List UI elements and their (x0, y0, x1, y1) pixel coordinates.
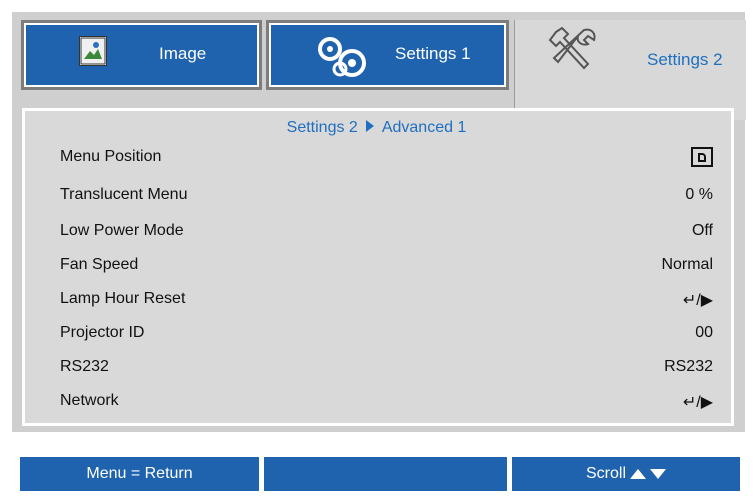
footer-scroll: Scroll (512, 457, 740, 491)
breadcrumb-parent: Settings 2 (286, 119, 358, 136)
menu-item-label: RS232 (60, 358, 109, 375)
menu-item-label: Menu Position (60, 148, 162, 165)
arrow-down-icon (650, 469, 666, 479)
gears-icon (314, 35, 374, 84)
enter-arrow-icon: ↵/▶ (682, 292, 713, 309)
breadcrumb-current: Advanced 1 (381, 119, 467, 136)
tab-image[interactable]: Image (21, 20, 262, 90)
footer-menu-return: Menu = Return (20, 457, 259, 491)
menu-item-label: Low Power Mode (60, 222, 184, 239)
menu-item-value: Normal (661, 256, 713, 273)
triangle-right-icon (366, 120, 375, 132)
menu-item-label: Lamp Hour Reset (60, 290, 186, 307)
menu-item-label: Fan Speed (60, 256, 139, 273)
footer-right-label: Scroll (585, 465, 626, 482)
arrow-up-icon (630, 469, 646, 479)
menu-item-value: Off (691, 222, 713, 239)
tab-settings-2[interactable]: Settings 2 (514, 20, 746, 120)
footer-left-label: Menu = Return (86, 465, 193, 482)
menu-item-network[interactable]: Network ↵/▶ (60, 392, 713, 416)
tab-settings-1[interactable]: Settings 1 (266, 20, 509, 90)
menu-item-value: RS232 (664, 358, 713, 375)
enter-arrow-icon: ↵/▶ (682, 394, 713, 411)
footer-middle (264, 457, 507, 491)
menu-item-translucent-menu[interactable]: Translucent Menu 0 % (60, 186, 713, 210)
tab-settings-2-label: Settings 2 (647, 50, 723, 69)
menu-item-label: Translucent Menu (60, 186, 188, 203)
image-icon (79, 36, 107, 66)
menu-item-menu-position[interactable]: Menu Position (60, 147, 713, 172)
menu-item-fan-speed[interactable]: Fan Speed Normal (60, 256, 713, 280)
menu-item-projector-id[interactable]: Projector ID 00 (60, 324, 713, 348)
menu-item-rs232[interactable]: RS232 RS232 (60, 358, 713, 382)
position-icon (691, 147, 713, 167)
menu-item-value: 0 % (685, 186, 713, 203)
tab-settings-1-label: Settings 1 (395, 44, 471, 63)
menu-item-label: Network (60, 392, 119, 409)
menu-item-low-power-mode[interactable]: Low Power Mode Off (60, 222, 713, 246)
tab-image-label: Image (159, 44, 207, 63)
menu-item-label: Projector ID (60, 324, 145, 341)
breadcrumb: Settings 2 Advanced 1 (0, 119, 753, 137)
menu-item-value: 00 (695, 324, 713, 341)
menu-item-lamp-hour-reset[interactable]: Lamp Hour Reset ↵/▶ (60, 290, 713, 314)
tools-icon (548, 24, 600, 79)
